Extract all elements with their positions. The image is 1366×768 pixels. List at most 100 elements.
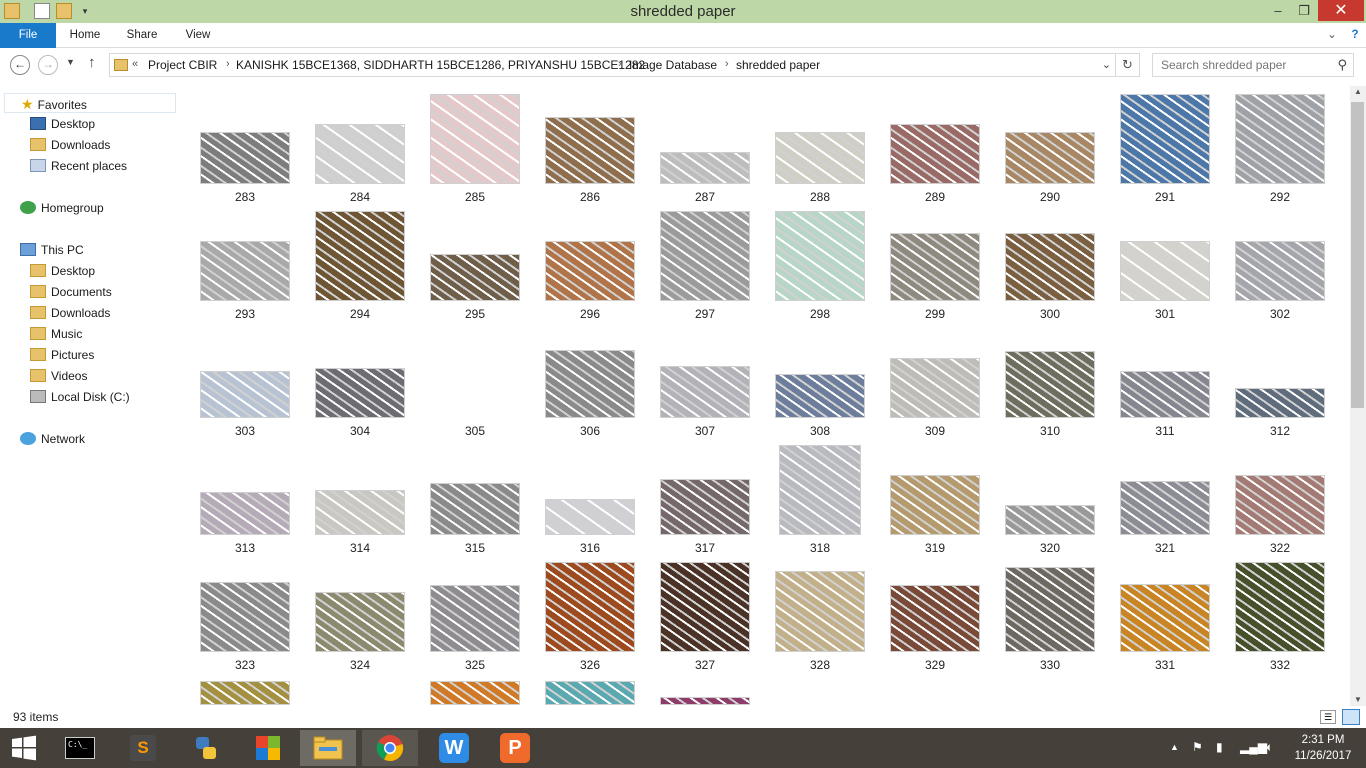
image-thumbnail[interactable] xyxy=(775,374,865,418)
maximize-button[interactable]: ❐ xyxy=(1290,0,1318,21)
taskbar-wps-presentation[interactable]: P xyxy=(487,730,543,766)
image-filename[interactable]: 301 xyxy=(1110,307,1220,321)
large-icons-view-icon[interactable] xyxy=(1342,709,1360,725)
image-thumbnail[interactable] xyxy=(545,241,635,301)
scroll-up-icon[interactable]: ▲ xyxy=(1354,87,1362,96)
image-thumbnail[interactable] xyxy=(315,211,405,301)
taskbar-explorer[interactable] xyxy=(300,730,356,766)
image-thumbnail[interactable] xyxy=(430,483,520,535)
image-filename[interactable]: 313 xyxy=(190,541,300,555)
breadcrumb-separator[interactable]: › xyxy=(226,58,230,70)
image-thumbnail[interactable] xyxy=(890,585,980,652)
action-center-icon[interactable]: ⚑ xyxy=(1192,740,1203,754)
image-thumbnail[interactable] xyxy=(660,697,750,705)
volume-icon[interactable]: 🔈︎ xyxy=(1266,740,1273,755)
image-thumbnail[interactable] xyxy=(545,117,635,184)
close-button[interactable]: ✕ xyxy=(1318,0,1364,21)
image-thumbnail[interactable] xyxy=(545,499,635,535)
nav-network[interactable]: Network xyxy=(20,429,85,449)
image-filename[interactable]: 304 xyxy=(305,424,415,438)
image-filename[interactable]: 289 xyxy=(880,190,990,204)
image-thumbnail[interactable] xyxy=(315,368,405,418)
up-button[interactable]: ↑ xyxy=(88,54,96,71)
taskbar-chrome[interactable] xyxy=(362,730,418,766)
image-filename[interactable]: 294 xyxy=(305,307,415,321)
expand-ribbon-icon[interactable]: ⌄ xyxy=(1322,23,1342,48)
image-thumbnail[interactable] xyxy=(660,211,750,301)
details-view-icon[interactable]: ☰ xyxy=(1320,710,1336,724)
image-filename[interactable]: 327 xyxy=(650,658,760,672)
image-filename[interactable]: 295 xyxy=(420,307,530,321)
image-filename[interactable]: 331 xyxy=(1110,658,1220,672)
image-thumbnail[interactable] xyxy=(660,152,750,184)
minimize-button[interactable]: – xyxy=(1264,0,1292,21)
image-filename[interactable]: 291 xyxy=(1110,190,1220,204)
image-filename[interactable]: 288 xyxy=(765,190,875,204)
image-filename[interactable]: 296 xyxy=(535,307,645,321)
search-input[interactable] xyxy=(1153,54,1328,76)
image-filename[interactable]: 292 xyxy=(1225,190,1335,204)
image-filename[interactable]: 293 xyxy=(190,307,300,321)
breadcrumb-project-cbir[interactable]: Project CBIR xyxy=(148,58,217,72)
image-thumbnail[interactable] xyxy=(890,358,980,418)
nav-fav-desktop[interactable]: Desktop xyxy=(30,114,95,134)
nav-pc-desktop[interactable]: Desktop xyxy=(30,261,95,281)
image-filename[interactable]: 286 xyxy=(535,190,645,204)
tab-share[interactable]: Share xyxy=(118,23,166,48)
system-clock[interactable]: 2:31 PM 11/26/2017 xyxy=(1290,732,1356,764)
image-thumbnail[interactable] xyxy=(1120,481,1210,535)
image-thumbnail[interactable] xyxy=(1120,94,1210,184)
image-filename[interactable]: 284 xyxy=(305,190,415,204)
taskbar-wps-writer[interactable]: W xyxy=(426,730,482,766)
image-filename[interactable]: 311 xyxy=(1110,424,1220,438)
path-overflow[interactable]: « xyxy=(132,58,138,70)
image-filename[interactable]: 332 xyxy=(1225,658,1335,672)
image-thumbnail[interactable] xyxy=(315,592,405,652)
nav-homegroup[interactable]: Homegroup xyxy=(20,198,104,218)
tab-home[interactable]: Home xyxy=(62,23,108,48)
image-thumbnail[interactable] xyxy=(200,582,290,652)
nav-pc-music[interactable]: Music xyxy=(30,324,82,344)
back-button[interactable]: ← xyxy=(10,55,30,75)
image-thumbnail[interactable] xyxy=(1005,505,1095,535)
nav-fav-recent[interactable]: Recent places xyxy=(30,156,127,176)
forward-button[interactable]: → xyxy=(38,55,58,75)
image-filename[interactable]: 314 xyxy=(305,541,415,555)
scroll-down-icon[interactable]: ▼ xyxy=(1354,695,1362,704)
image-thumbnail[interactable] xyxy=(545,562,635,652)
image-thumbnail[interactable] xyxy=(775,211,865,301)
image-thumbnail[interactable] xyxy=(890,233,980,301)
image-thumbnail[interactable] xyxy=(1235,241,1325,301)
refresh-button[interactable]: ↻ xyxy=(1116,53,1140,77)
image-filename[interactable]: 321 xyxy=(1110,541,1220,555)
image-filename[interactable]: 320 xyxy=(995,541,1105,555)
image-filename[interactable]: 328 xyxy=(765,658,875,672)
image-thumbnail[interactable] xyxy=(545,350,635,418)
image-thumbnail[interactable] xyxy=(775,132,865,184)
image-thumbnail[interactable] xyxy=(1235,94,1325,184)
image-thumbnail[interactable] xyxy=(1235,562,1325,652)
image-thumbnail[interactable] xyxy=(1235,475,1325,535)
image-thumbnail[interactable] xyxy=(1120,371,1210,418)
nav-pc-local-disk[interactable]: Local Disk (C:) xyxy=(30,387,130,407)
image-thumbnail[interactable] xyxy=(1120,241,1210,301)
image-thumbnail[interactable] xyxy=(200,492,290,535)
recent-locations-icon[interactable]: ▼ xyxy=(66,57,75,67)
image-thumbnail[interactable] xyxy=(430,585,520,652)
address-dropdown-icon[interactable]: ⌄ xyxy=(1102,58,1111,71)
image-filename[interactable]: 300 xyxy=(995,307,1105,321)
image-filename[interactable]: 310 xyxy=(995,424,1105,438)
image-thumbnail[interactable] xyxy=(1005,233,1095,301)
image-filename[interactable]: 287 xyxy=(650,190,760,204)
image-thumbnail[interactable] xyxy=(1005,567,1095,652)
image-thumbnail[interactable] xyxy=(1005,132,1095,184)
image-thumbnail[interactable] xyxy=(775,571,865,652)
power-icon[interactable]: ▮ xyxy=(1216,740,1223,754)
image-filename[interactable]: 303 xyxy=(190,424,300,438)
image-filename[interactable]: 319 xyxy=(880,541,990,555)
search-box[interactable]: ⚲ xyxy=(1152,53,1354,77)
image-filename[interactable]: 324 xyxy=(305,658,415,672)
taskbar-cmd[interactable]: C:\_ xyxy=(52,730,108,766)
image-filename[interactable]: 318 xyxy=(765,541,875,555)
image-thumbnail[interactable] xyxy=(779,445,861,535)
